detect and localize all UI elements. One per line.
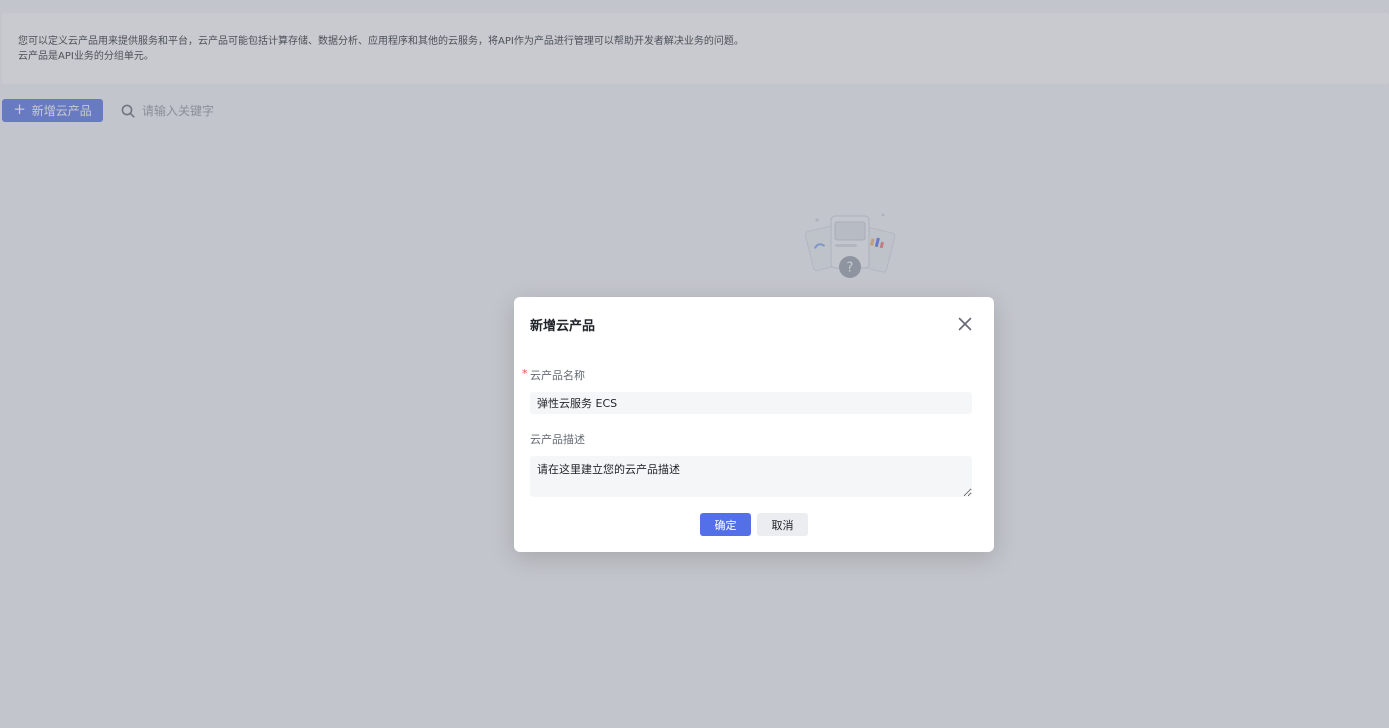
product-description-textarea[interactable]: 请在这里建立您的云产品描述 [530, 456, 972, 497]
dialog-title: 新增云产品 [530, 319, 596, 334]
desc-field-label: 云产品描述 [530, 431, 585, 447]
dialog-actions: 确定 取消 [514, 513, 994, 536]
required-mark: * [522, 367, 528, 380]
name-field-label-text: 云产品名称 [530, 369, 585, 382]
confirm-button[interactable]: 确定 [700, 513, 751, 536]
product-name-input[interactable] [530, 392, 972, 414]
add-cloud-product-dialog: 新增云产品 * 云产品名称 云产品描述 请在这里建立您的云产品描述 确定 取消 [514, 297, 994, 552]
desc-field-label-text: 云产品描述 [530, 433, 585, 446]
close-icon[interactable] [957, 316, 973, 332]
name-field-label: * 云产品名称 [522, 367, 585, 383]
cancel-button[interactable]: 取消 [757, 513, 808, 536]
page: 您可以定义云产品用来提供服务和平台，云产品可能包括计算存储、数据分析、应用程序和… [0, 0, 1389, 728]
